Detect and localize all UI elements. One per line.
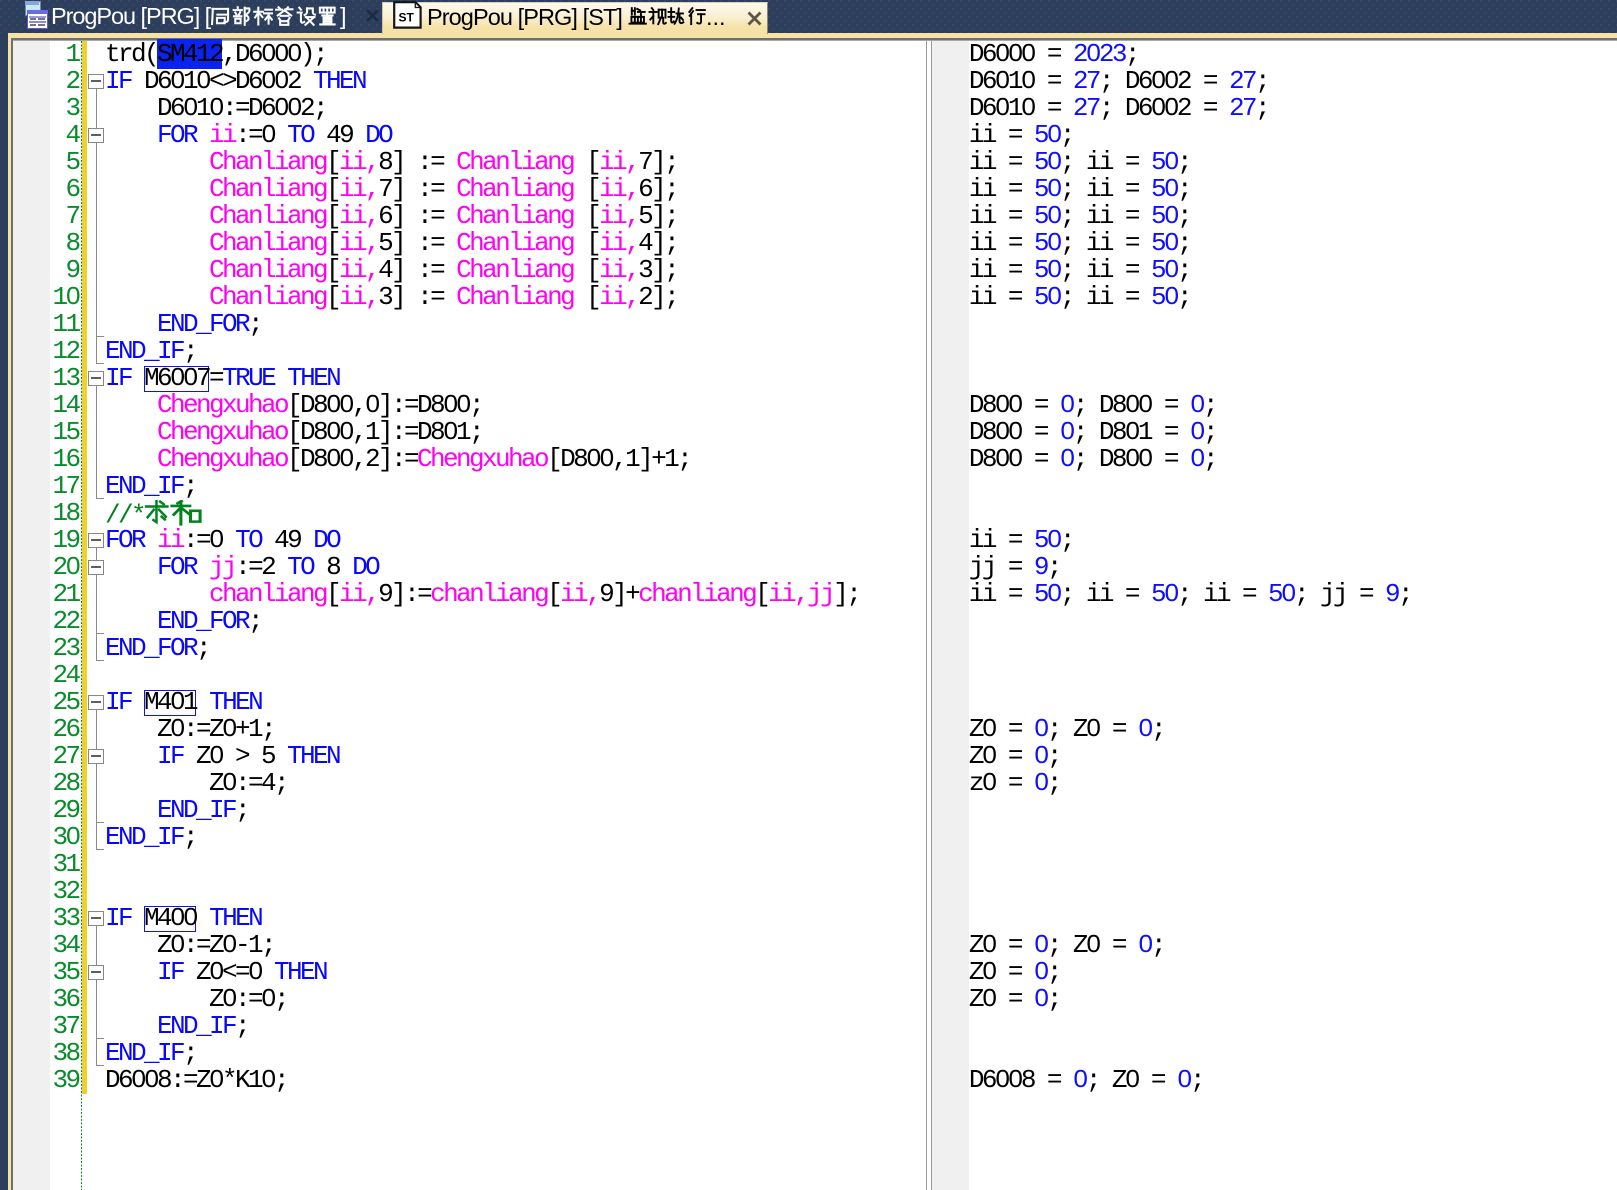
svg-text:ST: ST (399, 11, 415, 25)
